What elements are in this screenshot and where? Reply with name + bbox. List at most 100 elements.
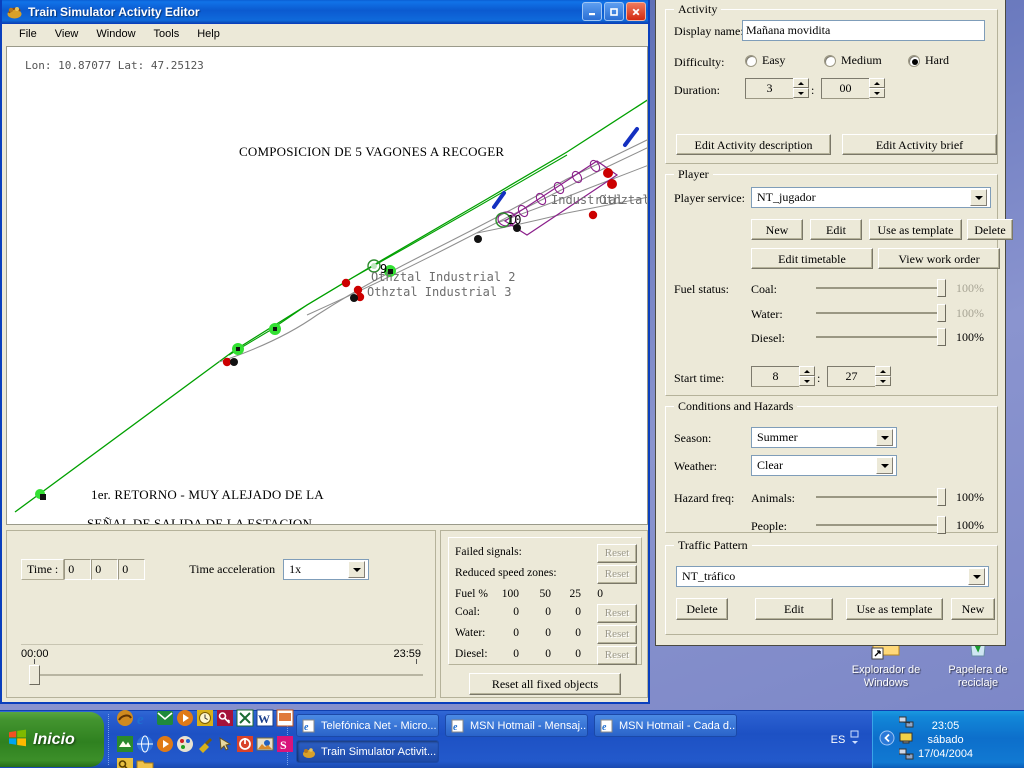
ql-media-player-icon[interactable] [176,709,194,727]
spinner-buttons[interactable] [793,78,809,99]
duration-minutes-spinner[interactable]: 00 [821,78,885,99]
display-name-input[interactable]: Mañana movidita [742,20,985,41]
spinner-up-icon[interactable] [793,78,809,88]
language-bar-handle-icon[interactable] [849,728,861,751]
start-time-minutes-value[interactable]: 27 [827,366,875,387]
spinner-buttons[interactable] [799,366,815,387]
close-button[interactable] [626,2,646,21]
timeline-slider-thumb[interactable] [29,665,40,685]
player-new-button[interactable]: New [751,219,803,240]
network-connection-icon[interactable] [899,716,914,731]
menu-item-tools[interactable]: Tools [145,27,189,41]
spinner-buttons[interactable] [875,366,891,387]
ql-photo-editor-icon[interactable] [256,735,274,753]
ql-outlook-express-icon[interactable] [156,709,174,727]
spinner-down-icon[interactable] [799,376,815,386]
spinner-up-icon[interactable] [875,366,891,376]
difficulty-radio-easy[interactable]: Easy [745,53,785,68]
traffic-new-button[interactable]: New [951,598,995,620]
ql-word-icon[interactable]: W [256,709,274,727]
start-time-hours-value[interactable]: 8 [751,366,799,387]
taskbar-item-train-simulator[interactable]: Train Simulator Activit... [296,740,439,763]
menu-item-file[interactable]: File [10,27,46,41]
reset-water-button[interactable]: Reset [597,625,637,644]
ql-train-simulator-icon[interactable] [116,709,134,727]
season-select[interactable]: Summer [751,427,897,448]
ql-excel-icon[interactable] [236,709,254,727]
time-field-hours[interactable]: 0 [64,559,91,580]
slider-thumb[interactable] [937,516,946,534]
reset-coal-button[interactable]: Reset [597,604,637,623]
ql-key-icon[interactable] [216,709,234,727]
spinner-up-icon[interactable] [799,366,815,376]
time-field-minutes[interactable]: 0 [91,559,118,580]
spinner-up-icon[interactable] [869,78,885,88]
reset-reduced-speed-button[interactable]: Reset [597,565,637,584]
ql-paint-brush-icon[interactable] [196,735,214,753]
menu-item-help[interactable]: Help [188,27,229,41]
ql-internet-explorer-icon[interactable]: e [136,709,154,727]
language-bar[interactable]: ES [820,711,872,768]
start-time-hours-spinner[interactable]: 8 [751,366,815,387]
fuel-coal-slider[interactable] [816,278,946,298]
hazard-animals-slider[interactable] [816,487,946,507]
fuel-diesel-slider[interactable] [816,327,946,347]
taskbar-item-telefonica[interactable]: e Telefónica Net - Micro... [296,714,439,737]
ql-media-player2-icon[interactable] [156,735,174,753]
display-settings-icon[interactable] [899,732,914,747]
player-edit-button[interactable]: Edit [810,219,862,240]
start-button[interactable]: Inicio [0,712,104,767]
player-delete-button[interactable]: Delete [967,219,1013,240]
slider-thumb[interactable] [937,488,946,506]
fuel-water-slider[interactable] [816,303,946,323]
duration-hours-value[interactable]: 3 [745,78,793,99]
view-work-order-button[interactable]: View work order [878,248,1000,269]
reset-all-fixed-objects-button[interactable]: Reset all fixed objects [469,673,621,695]
traffic-pattern-select[interactable]: NT_tráfico [676,566,989,587]
route-map-canvas[interactable]: Lon: 10.87077 Lat: 47.25123 COMPOSICION … [6,46,648,525]
start-time-minutes-spinner[interactable]: 27 [827,366,891,387]
traffic-delete-button[interactable]: Delete [676,598,728,620]
duration-minutes-value[interactable]: 00 [821,78,869,99]
slider-thumb[interactable] [937,328,946,346]
edit-timetable-button[interactable]: Edit timetable [751,248,873,269]
time-field-seconds[interactable]: 0 [118,559,145,580]
ql-paint-palette-icon[interactable] [176,735,194,753]
network-connection-2-icon[interactable] [899,748,914,763]
slider-thumb[interactable] [937,304,946,322]
window-titlebar[interactable]: Train Simulator Activity Editor [2,0,648,24]
weather-select[interactable]: Clear [751,455,897,476]
ql-globe-icon[interactable] [136,735,154,753]
spinner-down-icon[interactable] [869,88,885,98]
slider-thumb[interactable] [937,279,946,297]
timeline-track[interactable] [35,674,423,676]
ql-folder-icon[interactable] [136,757,154,768]
hazard-people-slider[interactable] [816,515,946,535]
system-clock[interactable]: 23:05 sábado 17/04/2004 [918,719,973,761]
ql-pointer-icon[interactable] [216,735,234,753]
difficulty-radio-hard[interactable]: Hard [908,53,949,68]
difficulty-radio-medium[interactable]: Medium [824,53,882,68]
ql-sound-recorder-icon[interactable] [116,735,134,753]
time-acceleration-select[interactable]: 1x [283,559,369,580]
spinner-down-icon[interactable] [875,376,891,386]
tray-expand-icon[interactable] [879,730,895,749]
maximize-button[interactable] [604,2,624,21]
player-use-as-template-button[interactable]: Use as template [869,219,962,240]
ql-power-icon[interactable] [236,735,254,753]
taskbar-item-hotmail-mensajes[interactable]: e MSN Hotmail - Mensaj... [445,714,588,737]
reset-diesel-button[interactable]: Reset [597,646,637,665]
menu-item-view[interactable]: View [46,27,88,41]
edit-activity-description-button[interactable]: Edit Activity description [676,134,831,155]
traffic-use-as-template-button[interactable]: Use as template [846,598,943,620]
ql-clock-icon[interactable] [196,709,214,727]
reset-failed-signals-button[interactable]: Reset [597,544,637,563]
menu-item-window[interactable]: Window [87,27,144,41]
player-service-select[interactable]: NT_jugador [751,187,991,208]
duration-hours-spinner[interactable]: 3 [745,78,809,99]
ql-key2-icon[interactable] [116,757,134,768]
minimize-button[interactable] [582,2,602,21]
traffic-edit-button[interactable]: Edit [755,598,833,620]
spinner-buttons[interactable] [869,78,885,99]
edit-activity-brief-button[interactable]: Edit Activity brief [842,134,997,155]
